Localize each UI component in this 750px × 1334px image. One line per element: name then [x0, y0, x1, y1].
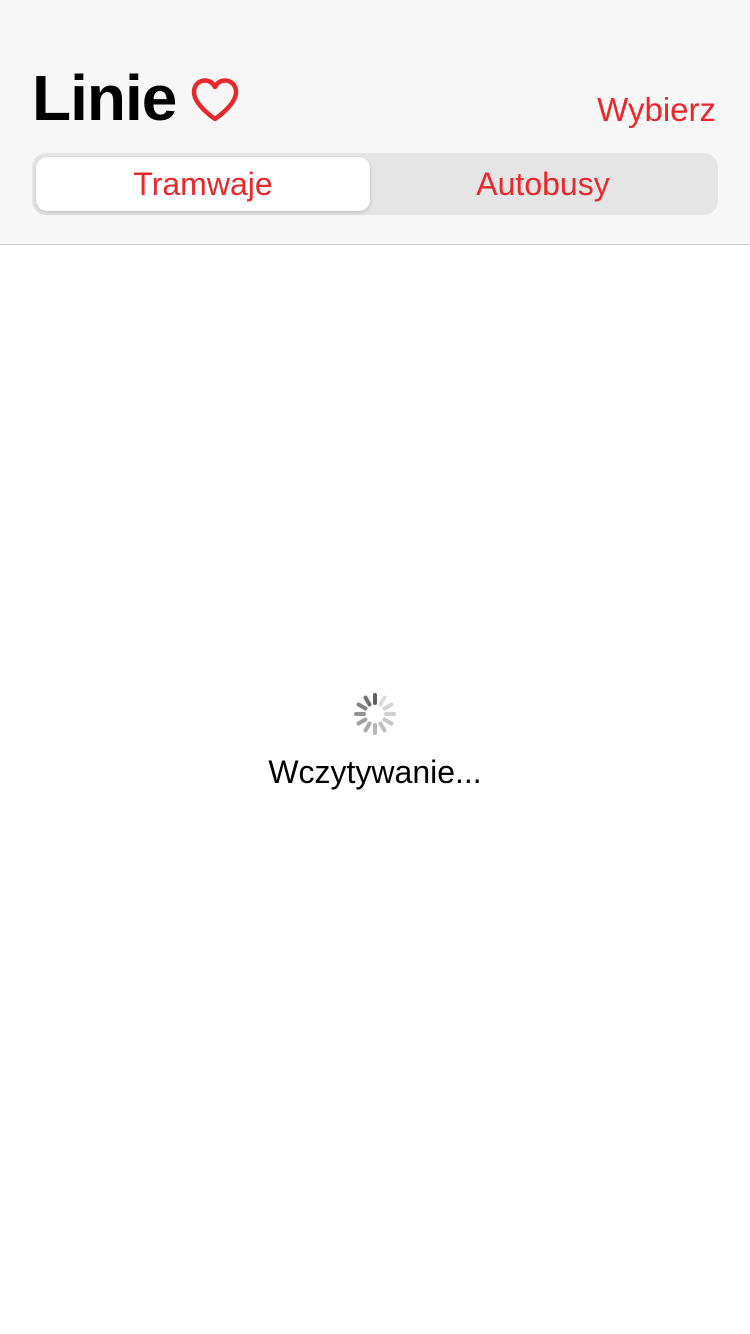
- segment-tramwaje[interactable]: Tramwaje: [36, 157, 370, 211]
- loading-indicator: Wczytywanie...: [0, 692, 750, 792]
- activity-spinner-icon: [354, 693, 396, 735]
- page-title: Linie: [32, 62, 177, 134]
- navigation-header: Linie Wybierz Tramwaje Autobusy: [0, 0, 750, 245]
- select-button[interactable]: Wybierz: [597, 90, 716, 130]
- title-row: Linie: [32, 62, 240, 134]
- segmented-control: Tramwaje Autobusy: [32, 153, 718, 215]
- heart-outline-icon[interactable]: [190, 77, 240, 123]
- loading-text: Wczytywanie...: [268, 754, 482, 790]
- segment-autobusy[interactable]: Autobusy: [376, 157, 710, 211]
